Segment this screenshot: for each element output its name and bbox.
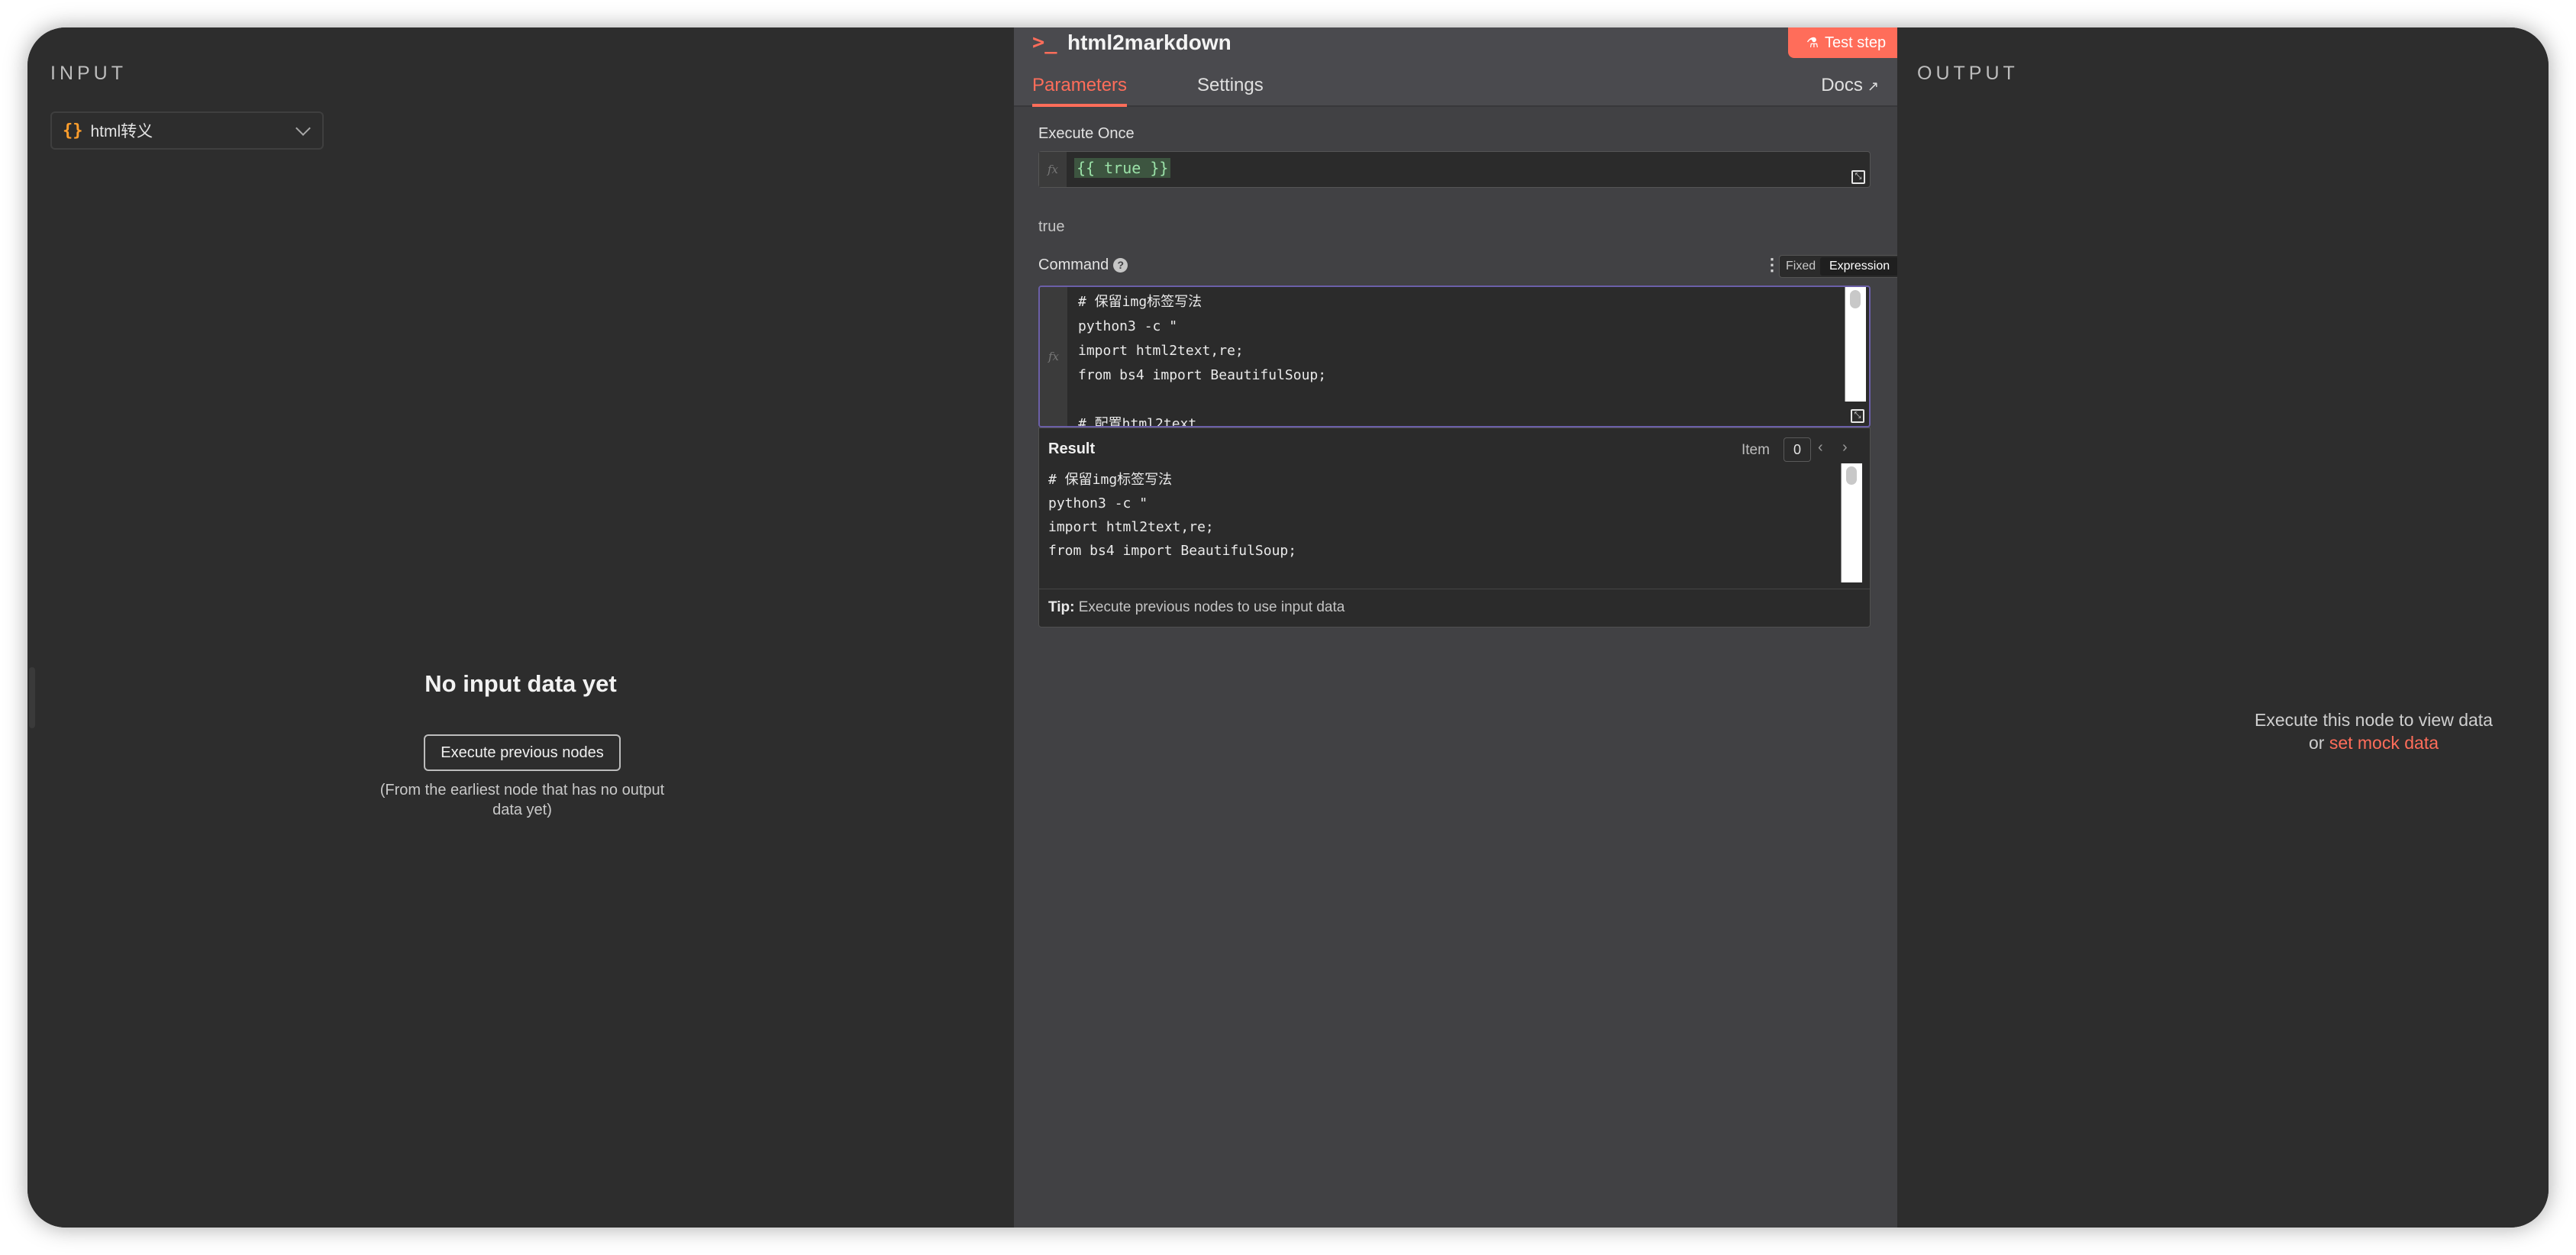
execute-once-result: true bbox=[1038, 218, 1065, 235]
execute-once-label: Execute Once bbox=[1038, 125, 1135, 142]
flask-icon: ⚗ bbox=[1806, 34, 1819, 50]
command-code: # 保留img标签写法 python3 -c " import html2tex… bbox=[1078, 290, 1838, 427]
input-node-select[interactable]: {} html转义 bbox=[50, 111, 324, 150]
node-parameters-panel: >_ html2markdown ⚗ Test step Parameters … bbox=[1014, 27, 1904, 1228]
execute-once-expression: {{ true }} bbox=[1074, 158, 1171, 178]
tip-label: Tip: bbox=[1048, 599, 1075, 615]
tip-message: Execute previous nodes to use input data bbox=[1074, 599, 1345, 615]
node-title[interactable]: html2markdown bbox=[1067, 31, 1232, 55]
test-step-button[interactable]: ⚗ Test step bbox=[1788, 27, 1904, 58]
expand-editor-icon[interactable]: ⤡ bbox=[1851, 409, 1864, 423]
output-empty-hint: Execute this node to view data or set mo… bbox=[2229, 708, 2519, 754]
fx-icon: fx bbox=[1039, 152, 1067, 187]
result-scrollbar[interactable] bbox=[1841, 463, 1862, 582]
output-hint-or: or bbox=[2308, 733, 2329, 753]
chevron-down-icon bbox=[295, 121, 311, 136]
code-line: # 保留img标签写法 bbox=[1078, 294, 1202, 310]
input-panel: INPUT {} html转义 No input data yet Execut… bbox=[27, 27, 1014, 1228]
expand-editor-icon[interactable]: ⤡ bbox=[1851, 170, 1865, 184]
item-label: Item bbox=[1742, 442, 1770, 458]
output-panel: OUTPUT Execute this node to view data or… bbox=[1897, 27, 2549, 1228]
docs-link[interactable]: Docs ↗ bbox=[1821, 75, 1879, 96]
expression-result-panel: Result Item 0 ‹ › # 保留img标签写法 python3 -c… bbox=[1038, 427, 1871, 628]
execute-once-expression-field[interactable]: fx {{ true }} ⤡ bbox=[1038, 151, 1871, 188]
json-braces-icon: {} bbox=[63, 121, 83, 140]
output-hint-line-2: or set mock data bbox=[2229, 731, 2519, 754]
scrollbar-thumb[interactable] bbox=[1846, 466, 1857, 485]
external-link-icon: ↗ bbox=[1867, 79, 1879, 94]
tip-text: Tip: Execute previous nodes to use input… bbox=[1048, 599, 1344, 616]
docs-link-label: Docs bbox=[1821, 75, 1863, 95]
scrollbar-thumb[interactable] bbox=[1850, 290, 1861, 308]
code-line: # 保留img标签写法 bbox=[1048, 472, 1173, 488]
code-line: python3 -c " bbox=[1078, 318, 1178, 334]
command-label: Command? bbox=[1038, 256, 1128, 274]
node-details-modal: INPUT {} html转义 No input data yet Execut… bbox=[27, 27, 2549, 1228]
help-icon[interactable]: ? bbox=[1113, 258, 1128, 273]
tab-settings[interactable]: Settings bbox=[1197, 75, 1264, 96]
chevron-right-icon[interactable]: › bbox=[1842, 439, 1848, 457]
no-input-title: No input data yet bbox=[424, 670, 617, 697]
more-options-icon[interactable]: ⋮ bbox=[1764, 253, 1780, 276]
code-line: from bs4 import BeautifulSoup; bbox=[1048, 543, 1297, 559]
code-line: # 配置html2text bbox=[1078, 416, 1197, 427]
command-expression-editor[interactable]: fx # 保留img标签写法 python3 -c " import html2… bbox=[1038, 286, 1871, 427]
set-mock-data-link[interactable]: set mock data bbox=[2329, 733, 2439, 753]
code-line: from bs4 import BeautifulSoup; bbox=[1078, 367, 1327, 383]
active-tab-indicator bbox=[1032, 104, 1127, 107]
no-input-note: (From the earliest node that has no outp… bbox=[379, 782, 665, 818]
input-node-select-value: html转义 bbox=[90, 123, 153, 140]
output-hint-line: Execute this node to view data bbox=[2255, 710, 2493, 730]
tab-parameters[interactable]: Parameters bbox=[1032, 75, 1127, 96]
test-step-label: Test step bbox=[1825, 34, 1887, 51]
mode-fixed-option[interactable]: Fixed bbox=[1781, 260, 1820, 273]
code-line: import html2text,re; bbox=[1078, 343, 1244, 359]
command-label-text: Command bbox=[1038, 256, 1109, 273]
fx-icon: fx bbox=[1040, 287, 1067, 426]
fixed-expression-toggle[interactable]: Fixed Expression bbox=[1779, 255, 1901, 278]
command-scrollbar[interactable] bbox=[1845, 287, 1866, 402]
execute-previous-nodes-button[interactable]: Execute previous nodes bbox=[424, 734, 621, 771]
code-line: python3 -c " bbox=[1048, 495, 1148, 511]
input-panel-title: INPUT bbox=[50, 63, 127, 84]
result-code: # 保留img标签写法 python3 -c " import html2tex… bbox=[1048, 468, 1832, 563]
chevron-left-icon[interactable]: ‹ bbox=[1818, 439, 1823, 457]
result-label: Result bbox=[1048, 440, 1096, 457]
item-index-input[interactable]: 0 bbox=[1784, 437, 1811, 462]
code-line: import html2text,re; bbox=[1048, 519, 1214, 535]
mode-expression-option[interactable]: Expression bbox=[1820, 257, 1899, 276]
node-header: >_ html2markdown ⚗ Test step Parameters … bbox=[1014, 27, 1904, 107]
output-panel-title: OUTPUT bbox=[1917, 63, 2019, 84]
terminal-icon: >_ bbox=[1032, 31, 1057, 54]
